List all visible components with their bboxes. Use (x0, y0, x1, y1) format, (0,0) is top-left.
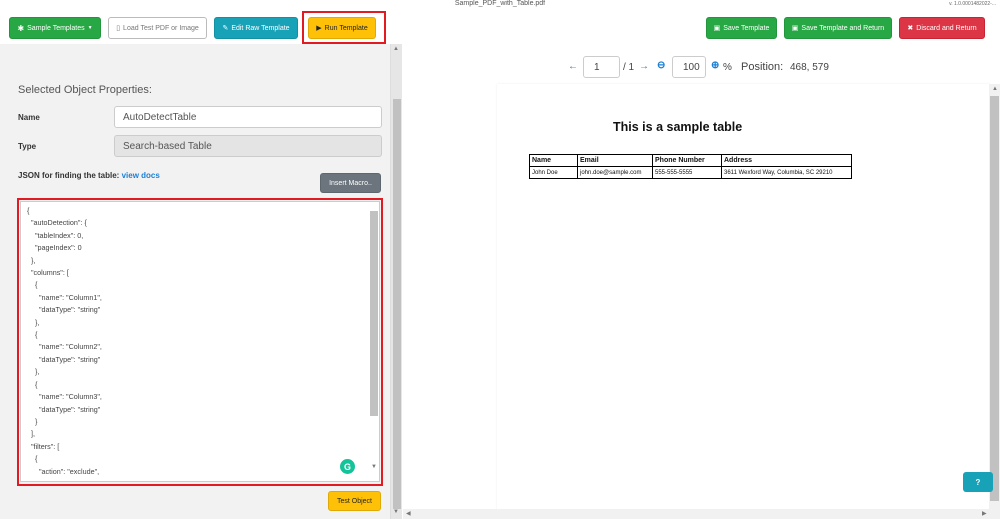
save-icon: ▣ (713, 25, 721, 32)
insert-macro-button[interactable]: Insert Macro.. (320, 173, 381, 193)
table-header-cell: Email (577, 154, 653, 167)
position-value: 468, 579 (790, 61, 829, 73)
pdf-table: Name Email Phone Number Address John Doe… (529, 154, 852, 179)
name-field[interactable]: AutoDetectTable (114, 106, 382, 128)
caret-down-icon: ▼ (87, 25, 93, 31)
scroll-thumb[interactable] (393, 99, 401, 509)
sample-templates-button[interactable]: ✱ Sample Templates ▼ (9, 17, 101, 39)
pdf-page[interactable] (497, 84, 990, 519)
document-title: Sample_PDF_with_Table.pdf (454, 0, 546, 7)
save-and-return-button[interactable]: ▣ Save Template and Return (784, 17, 892, 39)
table-cell: john.doe@sample.com (577, 166, 653, 179)
left-panel-scrollbar[interactable] (390, 44, 402, 519)
name-label: Name (18, 113, 40, 122)
scroll-down-arrow[interactable]: ▼ (393, 509, 399, 515)
scroll-right-arrow[interactable]: ▶ (982, 510, 987, 517)
load-test-file-button[interactable]: ▯ Load Test PDF or Image (108, 17, 207, 39)
json-label: JSON for finding the table: view docs (18, 171, 160, 180)
zoom-in-icon[interactable]: ⊕ (711, 60, 719, 71)
save-template-button[interactable]: ▣ Save Template (706, 17, 777, 39)
grammarly-icon[interactable]: G (340, 459, 355, 474)
scroll-down-arrow[interactable]: ▼ (371, 464, 377, 470)
type-label: Type (18, 142, 37, 151)
run-template-button[interactable]: ▶ Run Template (308, 17, 376, 39)
previous-page-icon[interactable]: ← (568, 61, 578, 72)
help-button[interactable]: ? (963, 472, 993, 492)
zoom-unit: % (723, 61, 732, 73)
table-cell: 555-555-5555 (652, 166, 722, 179)
view-docs-link[interactable]: view docs (122, 171, 160, 180)
table-header-cell: Phone Number (652, 154, 722, 167)
close-icon: ✖ (907, 25, 914, 32)
table-cell: John Doe (529, 166, 578, 179)
json-text: { "autoDetection": { "tableIndex": 0, "p… (27, 206, 102, 476)
table-header-row: Name Email Phone Number Address (529, 154, 852, 167)
pdf-viewer-scrollbar[interactable] (989, 84, 1000, 519)
discard-and-return-button[interactable]: ✖ Discard and Return (899, 17, 985, 39)
table-row: John Doe john.doe@sample.com 555-555-555… (529, 166, 852, 179)
zoom-out-icon[interactable]: ⊖ (657, 60, 665, 71)
version-label: v. 1.0.0001482022-... (949, 1, 996, 7)
play-icon: ▶ (316, 25, 322, 32)
json-editor-scrollbar[interactable] (369, 203, 379, 471)
scroll-up-arrow[interactable]: ▲ (393, 46, 399, 52)
next-page-icon[interactable]: → (639, 61, 649, 72)
scroll-left-arrow[interactable]: ◀ (406, 510, 411, 517)
title-bar: Sample_PDF_with_Table.pdf v. 1.0.0001482… (0, 0, 1000, 10)
test-object-button[interactable]: Test Object (328, 491, 381, 511)
file-icon: ▯ (116, 25, 121, 32)
edit-raw-template-button[interactable]: ✎ Edit Raw Template (214, 17, 298, 39)
pdf-viewer-hscrollbar[interactable] (403, 509, 1000, 519)
pdf-table-title: This is a sample table (613, 120, 743, 134)
type-field: Search-based Table (114, 135, 382, 157)
page-number-input[interactable]: 1 (583, 56, 620, 78)
scroll-up-arrow[interactable]: ▲ (992, 86, 998, 92)
table-header-cell: Name (529, 154, 578, 167)
zoom-input[interactable]: 100 (672, 56, 706, 78)
edit-icon: ✎ (222, 25, 229, 32)
table-cell: 3611 Wexford Way, Columbia, SC 29210 (721, 166, 852, 179)
position-label: Position: (741, 61, 784, 73)
table-header-cell: Address (721, 154, 852, 167)
scroll-thumb[interactable] (370, 211, 378, 416)
json-editor[interactable]: { "autoDetection": { "tableIndex": 0, "p… (20, 201, 380, 482)
save-icon: ▣ (791, 25, 799, 32)
scroll-thumb[interactable] (990, 96, 999, 501)
page-total: / 1 (623, 61, 635, 73)
section-title: Selected Object Properties: (18, 84, 152, 96)
puzzle-icon: ✱ (17, 23, 25, 33)
